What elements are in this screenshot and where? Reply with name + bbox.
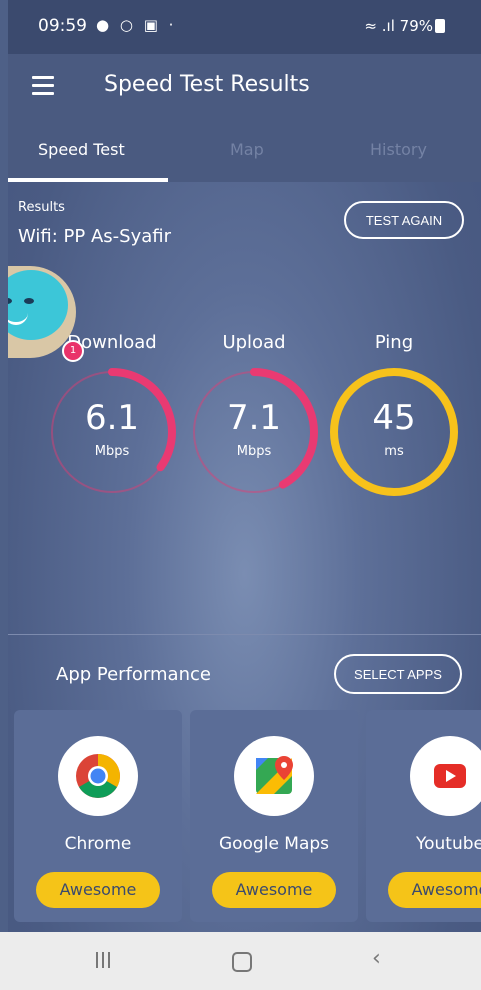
app-bar: Speed Test Results	[8, 54, 481, 118]
app-screen: 09:59 ● ○ ▣ · ≈ .ıl 79% Speed Test Resul…	[8, 0, 481, 990]
upload-gauge: 7.1 Mbps	[184, 362, 324, 502]
back-icon[interactable]: ‹	[372, 946, 381, 971]
menu-icon[interactable]	[32, 76, 54, 95]
battery-percent: 79%	[399, 17, 433, 35]
select-apps-button[interactable]: SELECT APPS	[334, 654, 462, 694]
ping-gauge: 45 ms	[324, 362, 464, 502]
status-time: 09:59	[38, 16, 87, 36]
app-card-google-maps[interactable]: Google Maps Awesome	[190, 710, 358, 922]
upload-value: 7.1	[226, 398, 282, 438]
maps-icon	[234, 736, 314, 816]
tab-bar: Speed Test Map History	[8, 118, 481, 182]
download-unit: Mbps	[94, 444, 130, 459]
app-name: Google Maps	[218, 834, 330, 854]
page-title: Speed Test Results	[104, 72, 310, 97]
upload-label: Upload	[222, 332, 286, 353]
chrome-icon	[58, 736, 138, 816]
system-nav-bar: ‹	[0, 932, 481, 990]
upload-unit: Mbps	[236, 444, 272, 459]
tab-speed-test[interactable]: Speed Test	[38, 140, 125, 159]
app-performance-title: App Performance	[56, 664, 211, 685]
mascot-face-icon	[8, 270, 68, 340]
download-gauge: 6.1 Mbps	[42, 362, 182, 502]
tab-history[interactable]: History	[370, 140, 427, 159]
rating-badge: Awesome	[212, 872, 336, 908]
section-divider	[8, 634, 481, 635]
ping-value: 45	[372, 398, 416, 438]
tab-map[interactable]: Map	[230, 140, 264, 159]
notification-icons: ● ○ ▣ ·	[96, 16, 177, 34]
wifi-signal-icon: ≈ .ıl	[364, 17, 395, 35]
app-name: Youtube	[416, 834, 481, 854]
rating-badge: Awesome	[388, 872, 481, 908]
app-name: Chrome	[64, 834, 132, 854]
app-card-youtube[interactable]: Youtube Awesome	[366, 710, 481, 922]
status-bar: 09:59 ● ○ ▣ · ≈ .ıl 79%	[8, 0, 481, 54]
home-icon[interactable]	[232, 952, 252, 972]
ping-label: Ping	[374, 332, 414, 353]
recents-icon[interactable]	[96, 952, 114, 972]
app-card-chrome[interactable]: Chrome Awesome	[14, 710, 182, 922]
notification-badge: 1	[62, 340, 84, 362]
tab-indicator	[8, 178, 168, 182]
status-right: ≈ .ıl 79%	[364, 17, 445, 35]
rating-badge: Awesome	[36, 872, 160, 908]
ping-unit: ms	[384, 444, 404, 459]
network-name: Wifi: PP As-Syafir	[18, 226, 171, 247]
battery-icon	[435, 19, 445, 33]
youtube-icon	[410, 736, 481, 816]
download-value: 6.1	[84, 398, 140, 438]
test-again-button[interactable]: TEST AGAIN	[344, 201, 464, 239]
results-label: Results	[18, 200, 65, 215]
